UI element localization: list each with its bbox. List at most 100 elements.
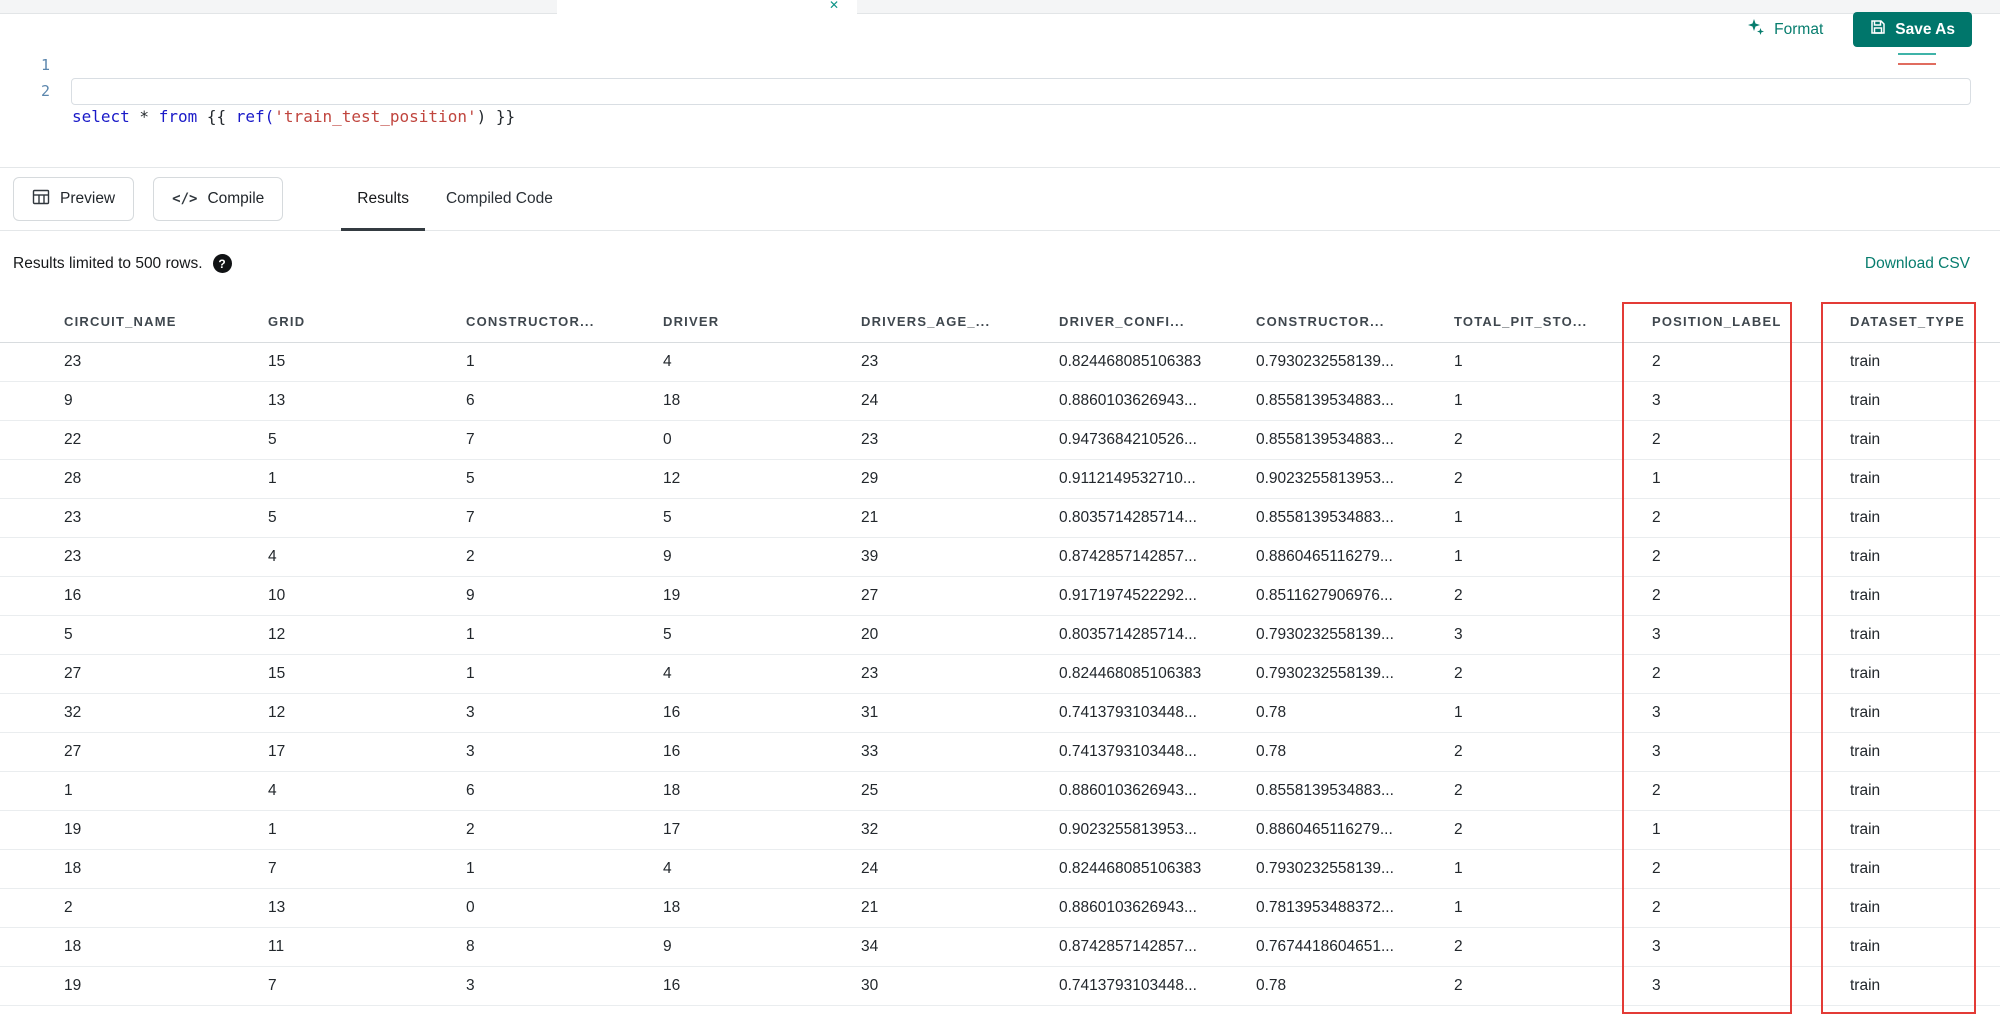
table-cell: 3 (1652, 615, 1850, 655)
table-cell: 3 (466, 693, 663, 733)
table-row: 18 11 8 9 34 0.8742857142857... 0.767441860465… (0, 927, 2000, 967)
column-header: DATASET_TYPE (1850, 302, 2000, 343)
table-cell: 2 (1454, 420, 1652, 460)
table-cell: 0.9023255813953... (1059, 810, 1256, 850)
table-cell: 2 (0, 888, 268, 928)
table-cell: 18 (0, 927, 268, 967)
table-cell: 7 (466, 498, 663, 538)
table-cell: 2 (1652, 654, 1850, 694)
table-row: 9 13 6 18 24 0.8860103626943... 0.855813953488… (0, 381, 2000, 421)
table-row: 23 15 1 4 23 0.824468085106383 0.7930232558139… (0, 342, 2000, 382)
table-cell: 23 (861, 420, 1059, 460)
download-csv-link[interactable]: Download CSV (1865, 255, 1970, 273)
table-cell: 0.8860465116279... (1256, 537, 1454, 577)
table-row: 22 5 7 0 23 0.9473684210526... 0.8558139534883… (0, 420, 2000, 460)
table-cell: 0 (466, 888, 663, 928)
table-cell: train (1850, 927, 2000, 967)
column-header: CONSTRUCTOR... (1256, 302, 1454, 343)
table-cell: train (1850, 459, 2000, 499)
save-as-button[interactable]: Save As (1853, 12, 1972, 47)
table-cell: 32 (0, 693, 268, 733)
table-cell: 0.8860465116279... (1256, 810, 1454, 850)
table-cell: 1 (1454, 381, 1652, 421)
table-cell: train (1850, 537, 2000, 577)
table-cell: 3 (1652, 381, 1850, 421)
table-cell: 19 (663, 576, 861, 616)
table-cell: 1 (1652, 459, 1850, 499)
tab-results[interactable]: Results (341, 167, 425, 231)
table-cell: 3 (1652, 732, 1850, 772)
table-cell: 2 (1652, 342, 1850, 382)
table-cell: 1 (466, 615, 663, 655)
table-cell: 24 (861, 381, 1059, 421)
table-cell: train (1850, 420, 2000, 460)
help-icon[interactable]: ? (212, 254, 232, 273)
table-cell: 0.8860103626943... (1059, 888, 1256, 928)
sql-editor[interactable]: 1 2 select * from {{ ref('train_test_pos… (0, 12, 2000, 167)
table-cell: 2 (1652, 849, 1850, 889)
table-cell: 5 (268, 420, 466, 460)
table-cell: 0.7413793103448... (1059, 966, 1256, 1006)
table-cell: 0.9112149532710... (1059, 459, 1256, 499)
table-cell: train (1850, 654, 2000, 694)
table-cell: 7 (466, 420, 663, 460)
table-cell: 1 (1454, 693, 1652, 733)
table-cell: 0.9473684210526... (1059, 420, 1256, 460)
format-button[interactable]: Format (1747, 18, 1823, 41)
table-cell: 23 (0, 537, 268, 577)
table-cell: 19 (0, 966, 268, 1006)
annotation-mark-red (1898, 63, 1936, 65)
table-cell: 30 (861, 966, 1059, 1006)
table-cell: 2 (1652, 420, 1850, 460)
table-cell: 2 (1454, 810, 1652, 850)
column-header: CONSTRUCTOR... (466, 302, 663, 343)
sparkles-icon (1747, 18, 1765, 41)
table-cell: 18 (663, 381, 861, 421)
sql-keyword: from (158, 107, 198, 126)
table-cell: 0.824468085106383 (1059, 849, 1256, 889)
table-cell: 22 (0, 420, 268, 460)
table-cell: 18 (663, 888, 861, 928)
table-cell: 7 (268, 966, 466, 1006)
table-cell: 34 (861, 927, 1059, 967)
table-cell: train (1850, 966, 2000, 1006)
table-cell: 0.7930232558139... (1256, 615, 1454, 655)
format-label: Format (1774, 20, 1824, 38)
annotation-mark-teal (1898, 53, 1936, 55)
jinja-ref-function: ref( (235, 107, 275, 126)
table-cell: 3 (1652, 966, 1850, 1006)
active-file-tab[interactable]: ✕ (557, 0, 857, 15)
column-header: TOTAL_PIT_STO... (1454, 302, 1652, 343)
table-cell: 11 (268, 927, 466, 967)
preview-button[interactable]: Preview (13, 177, 135, 221)
table-cell: 16 (663, 732, 861, 772)
table-cell: 18 (0, 849, 268, 889)
line-number: 2 (40, 82, 50, 100)
tab-close-icon[interactable]: ✕ (829, 0, 839, 12)
table-cell: 5 (268, 498, 466, 538)
table-cell: 13 (268, 888, 466, 928)
table-cell: 3 (1652, 693, 1850, 733)
compile-button[interactable]: </> Compile (153, 177, 284, 221)
column-header: GRID (268, 302, 466, 343)
table-row: 5 12 1 5 20 0.8035714285714... 0.7930232558139… (0, 615, 2000, 655)
tab-compiled-code[interactable]: Compiled Code (430, 167, 569, 231)
sql-operator: * (129, 107, 159, 126)
table-header-row: CIRCUIT_NAME GRID CONSTRUCTOR... DRIVER DRIV… (0, 302, 2000, 343)
table-row: 16 10 9 19 27 0.9171974522292... 0.85116279069… (0, 576, 2000, 616)
table-cell: 1 (1454, 342, 1652, 382)
table-cell: 9 (663, 537, 861, 577)
preview-label: Preview (60, 190, 116, 207)
table-cell: train (1850, 576, 2000, 616)
table-cell: 6 (466, 771, 663, 811)
table-cell: 4 (268, 771, 466, 811)
table-cell: train (1850, 771, 2000, 811)
table-cell: 0.78 (1256, 966, 1454, 1006)
table-cell: 1 (0, 771, 268, 811)
results-table-container: CIRCUIT_NAME GRID CONSTRUCTOR... DRIVER DRIV… (0, 296, 2000, 1020)
table-cell: 0.8742857142857... (1059, 537, 1256, 577)
table-cell: 0.8558139534883... (1256, 381, 1454, 421)
table-cell: train (1850, 615, 2000, 655)
table-cell: 23 (0, 342, 268, 382)
table-cell: 0.8035714285714... (1059, 615, 1256, 655)
